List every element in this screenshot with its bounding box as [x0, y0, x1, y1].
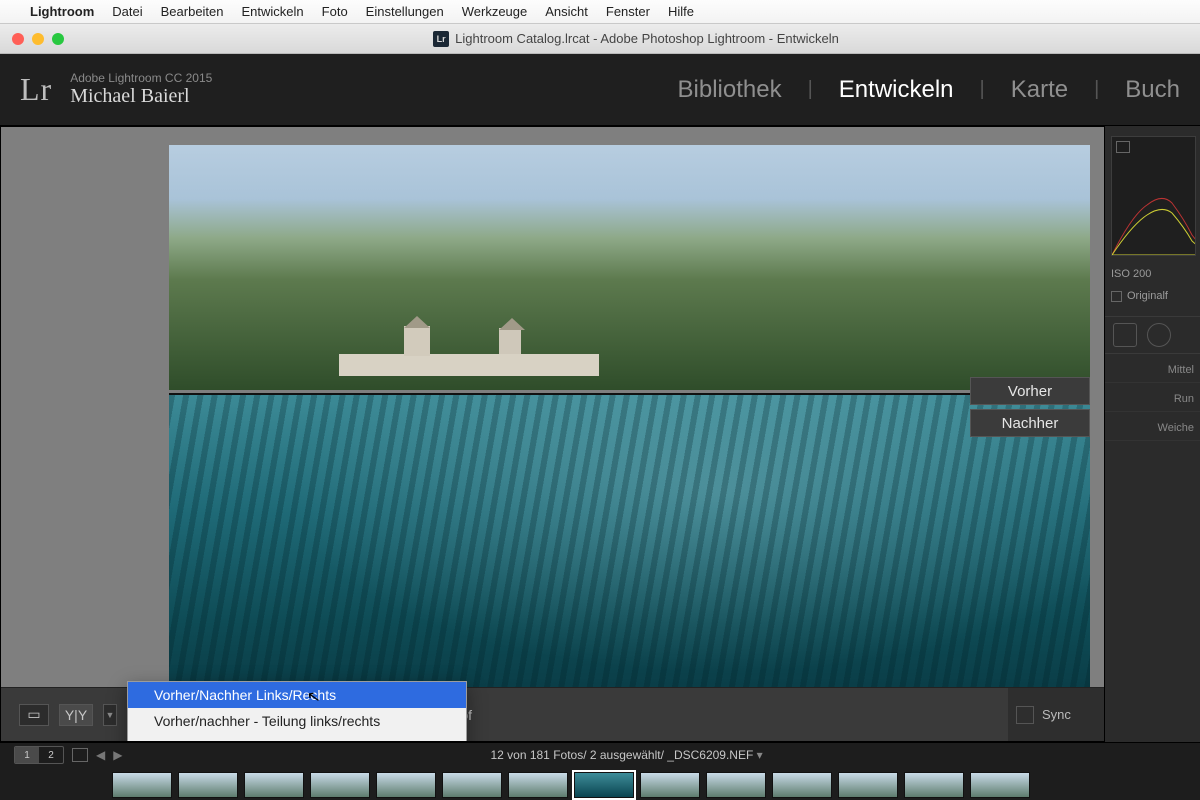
- filmstrip-status: 12 von 181 Fotos/ 2 ausgewählt/: [490, 748, 663, 762]
- menu-item-top-bottom[interactable]: Vorher/Nachher Oben/Unten: [128, 734, 466, 742]
- panel-row[interactable]: Weiche: [1105, 416, 1200, 441]
- module-entwickeln[interactable]: Entwickeln: [839, 76, 954, 104]
- filmstrip-thumbs[interactable]: [112, 770, 1200, 800]
- thumbnail[interactable]: [904, 772, 964, 798]
- before-image: [169, 145, 1090, 390]
- menubar-item[interactable]: Hilfe: [668, 4, 694, 19]
- thumbnail[interactable]: [376, 772, 436, 798]
- zoom-icon[interactable]: [52, 33, 64, 45]
- menubar-app[interactable]: Lightroom: [30, 4, 94, 19]
- original-label: Originalf: [1127, 290, 1168, 302]
- nav-forward-icon[interactable]: ▶: [113, 748, 122, 762]
- panel-row[interactable]: Mittel: [1105, 358, 1200, 383]
- macos-menubar: Lightroom Datei Bearbeiten Entwickeln Fo…: [0, 0, 1200, 24]
- menubar-item[interactable]: Bearbeiten: [161, 4, 224, 19]
- develop-toolbar: ▭ Y|Y ▼ Vorher und Nachher: ▲▼ ▲▲ ▼▼ Sof…: [1, 687, 1104, 741]
- secondary-display-toggle[interactable]: 1 2: [14, 746, 64, 764]
- menubar-item[interactable]: Foto: [322, 4, 348, 19]
- workspace: Vorher Nachher ▭ Y|Y ▼ Vorher und Nachhe…: [0, 126, 1200, 742]
- minimize-icon[interactable]: [32, 33, 44, 45]
- thumbnail[interactable]: [112, 772, 172, 798]
- filmstrip-filename[interactable]: _DSC6209.NEF: [667, 748, 753, 762]
- thumbnail[interactable]: [772, 772, 832, 798]
- before-label: Vorher: [970, 377, 1090, 405]
- right-panel: ISO 200 Originalf Mittel Run Weiche: [1104, 126, 1200, 742]
- nav-back-icon[interactable]: ◀: [96, 748, 105, 762]
- shadow-clipping-icon[interactable]: [1116, 141, 1130, 153]
- before-after-mode-menu: Vorher/Nachher Links/Rechts Vorher/nachh…: [127, 681, 467, 742]
- lightroom-logo: Lr: [20, 71, 52, 108]
- thumbnail[interactable]: [310, 772, 370, 798]
- chevron-down-icon[interactable]: ▾: [757, 748, 763, 762]
- product-name: Adobe Lightroom CC 2015: [70, 71, 212, 85]
- right-panel-toolbar: Sync: [1008, 687, 1104, 741]
- original-checkbox[interactable]: [1111, 291, 1122, 302]
- menubar-item[interactable]: Werkzeuge: [462, 4, 528, 19]
- filmstrip: 1 2 ◀ ▶ 12 von 181 Fotos/ 2 ausgewählt/ …: [0, 742, 1200, 800]
- thumbnail[interactable]: [970, 772, 1030, 798]
- thumbnail[interactable]: [640, 772, 700, 798]
- canvas-area: Vorher Nachher ▭ Y|Y ▼ Vorher und Nachhe…: [0, 126, 1104, 742]
- sync-button[interactable]: Sync: [1042, 707, 1071, 722]
- thumbnail[interactable]: [244, 772, 304, 798]
- before-after-mode-dropdown[interactable]: ▼: [103, 704, 117, 726]
- module-bibliothek[interactable]: Bibliothek: [678, 76, 782, 104]
- menubar-item[interactable]: Einstellungen: [366, 4, 444, 19]
- thumbnail[interactable]: [442, 772, 502, 798]
- app-icon: Lr: [433, 31, 449, 47]
- menu-item-left-right[interactable]: Vorher/Nachher Links/Rechts: [128, 682, 466, 708]
- thumbnail-selected[interactable]: [574, 772, 634, 798]
- module-bar: Lr Adobe Lightroom CC 2015 Michael Baier…: [0, 54, 1200, 126]
- menubar-item[interactable]: Fenster: [606, 4, 650, 19]
- module-buch[interactable]: Buch: [1125, 76, 1180, 104]
- local-tools: [1105, 316, 1200, 354]
- loupe-view-button[interactable]: ▭: [19, 704, 49, 726]
- grid-icon[interactable]: [72, 748, 88, 762]
- iso-readout: ISO 200: [1105, 266, 1200, 282]
- histogram-panel[interactable]: [1111, 136, 1196, 256]
- menubar-item[interactable]: Entwickeln: [242, 4, 304, 19]
- thumbnail[interactable]: [838, 772, 898, 798]
- identity-plate: Michael Baierl: [70, 85, 212, 108]
- switch-icon[interactable]: [1016, 706, 1034, 724]
- module-picker: Bibliothek | Entwickeln | Karte | Buch: [678, 76, 1180, 104]
- thumbnail[interactable]: [178, 772, 238, 798]
- before-after-view-button[interactable]: Y|Y: [59, 704, 93, 726]
- menubar-item[interactable]: Datei: [112, 4, 142, 19]
- window-title: Lightroom Catalog.lrcat - Adobe Photosho…: [455, 31, 839, 46]
- thumbnail[interactable]: [706, 772, 766, 798]
- thumbnail[interactable]: [508, 772, 568, 798]
- after-label: Nachher: [970, 409, 1090, 437]
- crop-tool-icon[interactable]: [1113, 323, 1137, 347]
- before-after-view[interactable]: Vorher Nachher: [169, 145, 1090, 723]
- menu-item-split-left-right[interactable]: Vorher/nachher - Teilung links/rechts: [128, 708, 466, 734]
- panel-row[interactable]: Run: [1105, 387, 1200, 412]
- photo-subject: [339, 326, 599, 376]
- after-image: [169, 393, 1090, 723]
- window-titlebar: Lr Lightroom Catalog.lrcat - Adobe Photo…: [0, 24, 1200, 54]
- menubar-item[interactable]: Ansicht: [545, 4, 588, 19]
- module-karte[interactable]: Karte: [1011, 76, 1068, 104]
- spot-tool-icon[interactable]: [1147, 323, 1171, 347]
- close-icon[interactable]: [12, 33, 24, 45]
